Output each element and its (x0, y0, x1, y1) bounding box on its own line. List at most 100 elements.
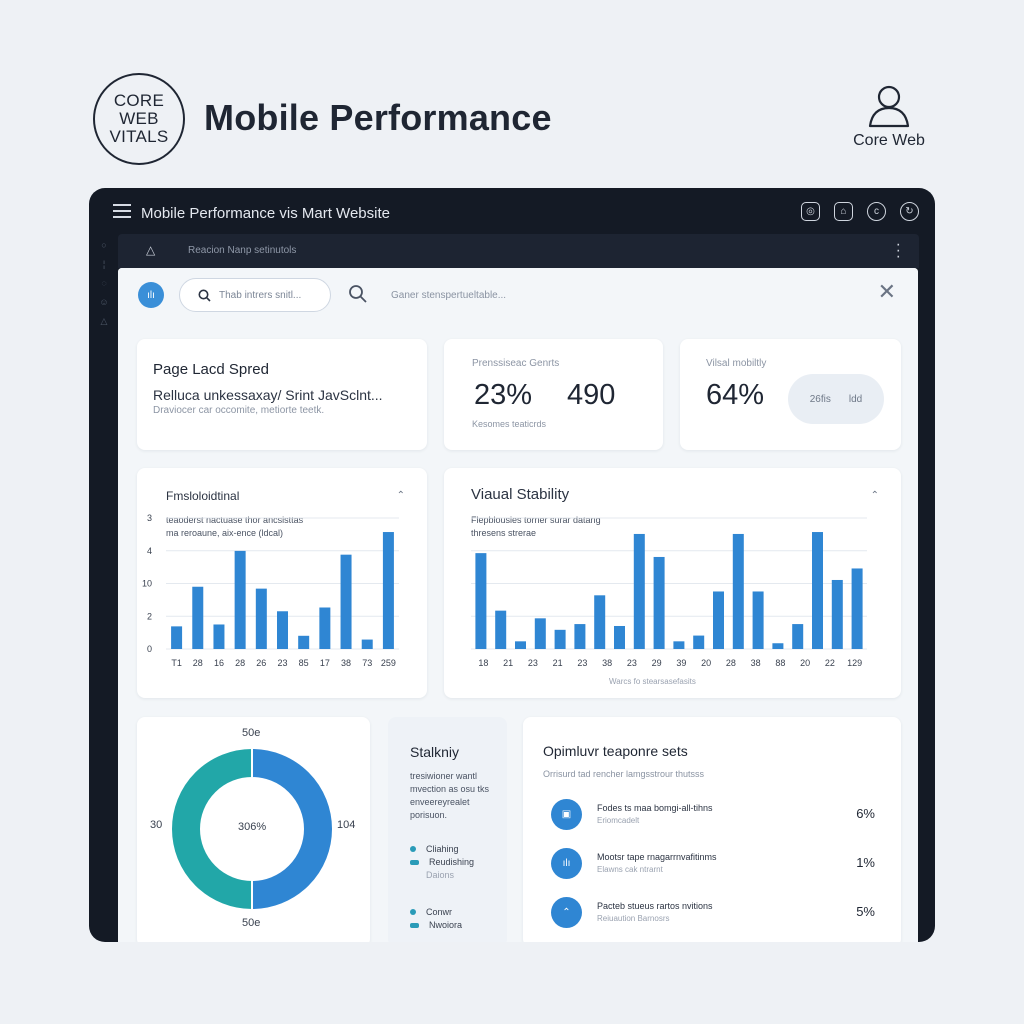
secondary-toolbar: △ Reacion Nanp setinutols · · · (118, 234, 919, 268)
donut-label-left: 30 (150, 819, 163, 831)
search-icon (198, 289, 211, 302)
legend-group-1: Cliahing Reudishing Daions (410, 843, 474, 882)
window-title: Mobile Performance vis Mart Website (141, 205, 390, 222)
visual-label: Vilsal mobiltly (706, 358, 767, 369)
chart-bar (713, 591, 724, 649)
chart-bar (673, 641, 685, 649)
donut-label-top: 50e (242, 727, 261, 739)
search-input[interactable]: Thab intrers snitl... (179, 278, 331, 312)
x-tick-label: 23 (277, 658, 287, 668)
trend-icon: ⌃ (551, 897, 582, 928)
summary-card[interactable]: Prenssiseac Genrts 23% 490 Kesomes teati… (444, 339, 663, 450)
opportunity-row[interactable]: ▣ Fodes ts maa bomgi-all-tihns Eriomcade… (551, 799, 875, 835)
page-load-title: Page Lacd Spred (153, 361, 269, 378)
opportunity-sub: Elawns cak ntrarnt (597, 865, 663, 874)
legend-item: Conwr (426, 907, 453, 917)
chart-bar (831, 579, 843, 649)
x-tick-label: 21 (503, 658, 513, 668)
stability-desc-3: enveereyrealet (410, 797, 470, 807)
window-titlebar: Mobile Performance vis Mart Website ◎ ⌂ … (89, 188, 935, 234)
chart-bar (693, 635, 705, 649)
rail-chat-icon[interactable]: ◌ (99, 278, 109, 288)
chart-bar (534, 618, 546, 649)
chart-bar (594, 595, 606, 649)
opportunities-subtitle: Orrisurd tad rencher lamgsstrour thutsss (543, 769, 705, 779)
chart-bar (171, 626, 183, 649)
stability-desc-1: tresiwioner wantl (410, 771, 478, 781)
stability-card: Stalkniy tresiwioner wantl mvection as o… (388, 717, 507, 942)
close-icon[interactable]: ✕ (878, 281, 896, 303)
legend-item: Daions (426, 870, 455, 880)
opportunity-title: Pacteb stueus rartos nvitions (597, 901, 713, 911)
rail-bell-icon[interactable]: △ (99, 316, 109, 326)
chart-bar (277, 611, 288, 649)
stability-title: Stalkniy (410, 744, 460, 760)
page-load-subtitle: Relluca unkessaxay/ Srint JavSclnt... (153, 387, 383, 403)
summary-value-2: 490 (567, 379, 616, 411)
y-tick-label: 0 (147, 644, 152, 654)
app-badge-icon[interactable]: ılı (138, 282, 164, 308)
rail-home-icon[interactable]: ○ (99, 240, 109, 250)
x-tick-label: 38 (751, 658, 761, 668)
page-load-card[interactable]: Page Lacd Spred Relluca unkessaxay/ Srin… (137, 339, 427, 450)
refresh-icon[interactable]: ↻ (900, 202, 919, 221)
summary-value-1: 23% (474, 379, 533, 411)
donut-card: 50e 30 104 50e 306% (137, 717, 370, 942)
x-tick-label: 20 (701, 658, 711, 668)
profile-label: Core Web (853, 132, 925, 149)
chart-bar (812, 532, 823, 649)
visual-value: 64% (706, 379, 765, 411)
main-panel: ılı Thab intrers snitl... Ganer stensper… (118, 268, 918, 942)
y-tick-label: 2 (147, 611, 152, 621)
opportunity-row[interactable]: ⌃ Pacteb stueus rartos nvitions Reiuauti… (551, 897, 875, 933)
right-chart-footer: Warcs fo stearsasefasits (609, 677, 696, 686)
chart-bar (340, 554, 352, 649)
legend-item: Nwoiora (429, 920, 463, 930)
x-tick-label: 17 (320, 658, 330, 668)
calendar-icon: ▣ (551, 799, 582, 830)
logo-line-1: CORE (113, 91, 165, 110)
chart-bar (614, 625, 625, 649)
chart-bar (732, 533, 744, 649)
rail-list-icon[interactable]: ¦ (99, 259, 109, 269)
more-options-icon[interactable]: · · · (896, 237, 901, 265)
x-tick-label: 88 (775, 658, 785, 668)
legend-item: Cliahing (426, 844, 459, 854)
chart-bar (653, 556, 665, 649)
x-tick-label: 28 (193, 658, 203, 668)
core-web-vitals-logo: CORE WEB VITALS (93, 73, 185, 165)
left-chart-card: Fmsloloidtinal ⌃ teaoderst nactuase thor… (137, 468, 427, 698)
logo-line-3: VITALS (109, 127, 169, 146)
opportunity-sub: Reiuaution Barnosrs (597, 914, 670, 923)
search-icon[interactable] (348, 284, 368, 304)
page-load-detail: Draviocer car occomite, metiorte teetk. (153, 405, 325, 416)
chart-bar (495, 610, 507, 649)
help-icon[interactable]: c (867, 202, 886, 221)
chart-bar (255, 588, 267, 649)
x-tick-label: 21 (553, 658, 563, 668)
stability-desc-4: porisuon. (410, 810, 448, 820)
visual-pill[interactable]: 26fis ldd (788, 374, 884, 424)
bell-icon[interactable]: △ (146, 243, 155, 257)
x-tick-label: 28 (726, 658, 736, 668)
visual-mobility-card[interactable]: Vilsal mobiltly 64% 26fis ldd (680, 339, 901, 450)
opportunity-title: Mootsr tape rnagarrnvafitinms (597, 852, 717, 862)
x-tick-label: 18 (478, 658, 488, 668)
donut-label-right: 104 (337, 819, 356, 831)
donut-label-bottom: 50e (242, 917, 261, 929)
chart-bar (851, 568, 863, 649)
chart-bar (772, 643, 784, 649)
app-window: Mobile Performance vis Mart Website ◎ ⌂ … (89, 188, 935, 942)
x-tick-label: 39 (676, 658, 686, 668)
shield-icon[interactable]: ⌂ (834, 202, 853, 221)
menu-icon[interactable] (113, 204, 131, 218)
camera-icon[interactable]: ◎ (801, 202, 820, 221)
y-tick-label: 4 (147, 546, 152, 556)
chart-bar (633, 533, 645, 649)
page-title: Mobile Performance (204, 97, 552, 138)
opportunity-row[interactable]: ılı Mootsr tape rnagarrnvafitinms Elawns… (551, 848, 875, 884)
logo-line-2: WEB (119, 109, 159, 128)
rail-face-icon[interactable]: ☺ (99, 297, 109, 307)
profile-button[interactable]: Core Web (842, 82, 936, 150)
x-tick-label: 22 (825, 658, 835, 668)
